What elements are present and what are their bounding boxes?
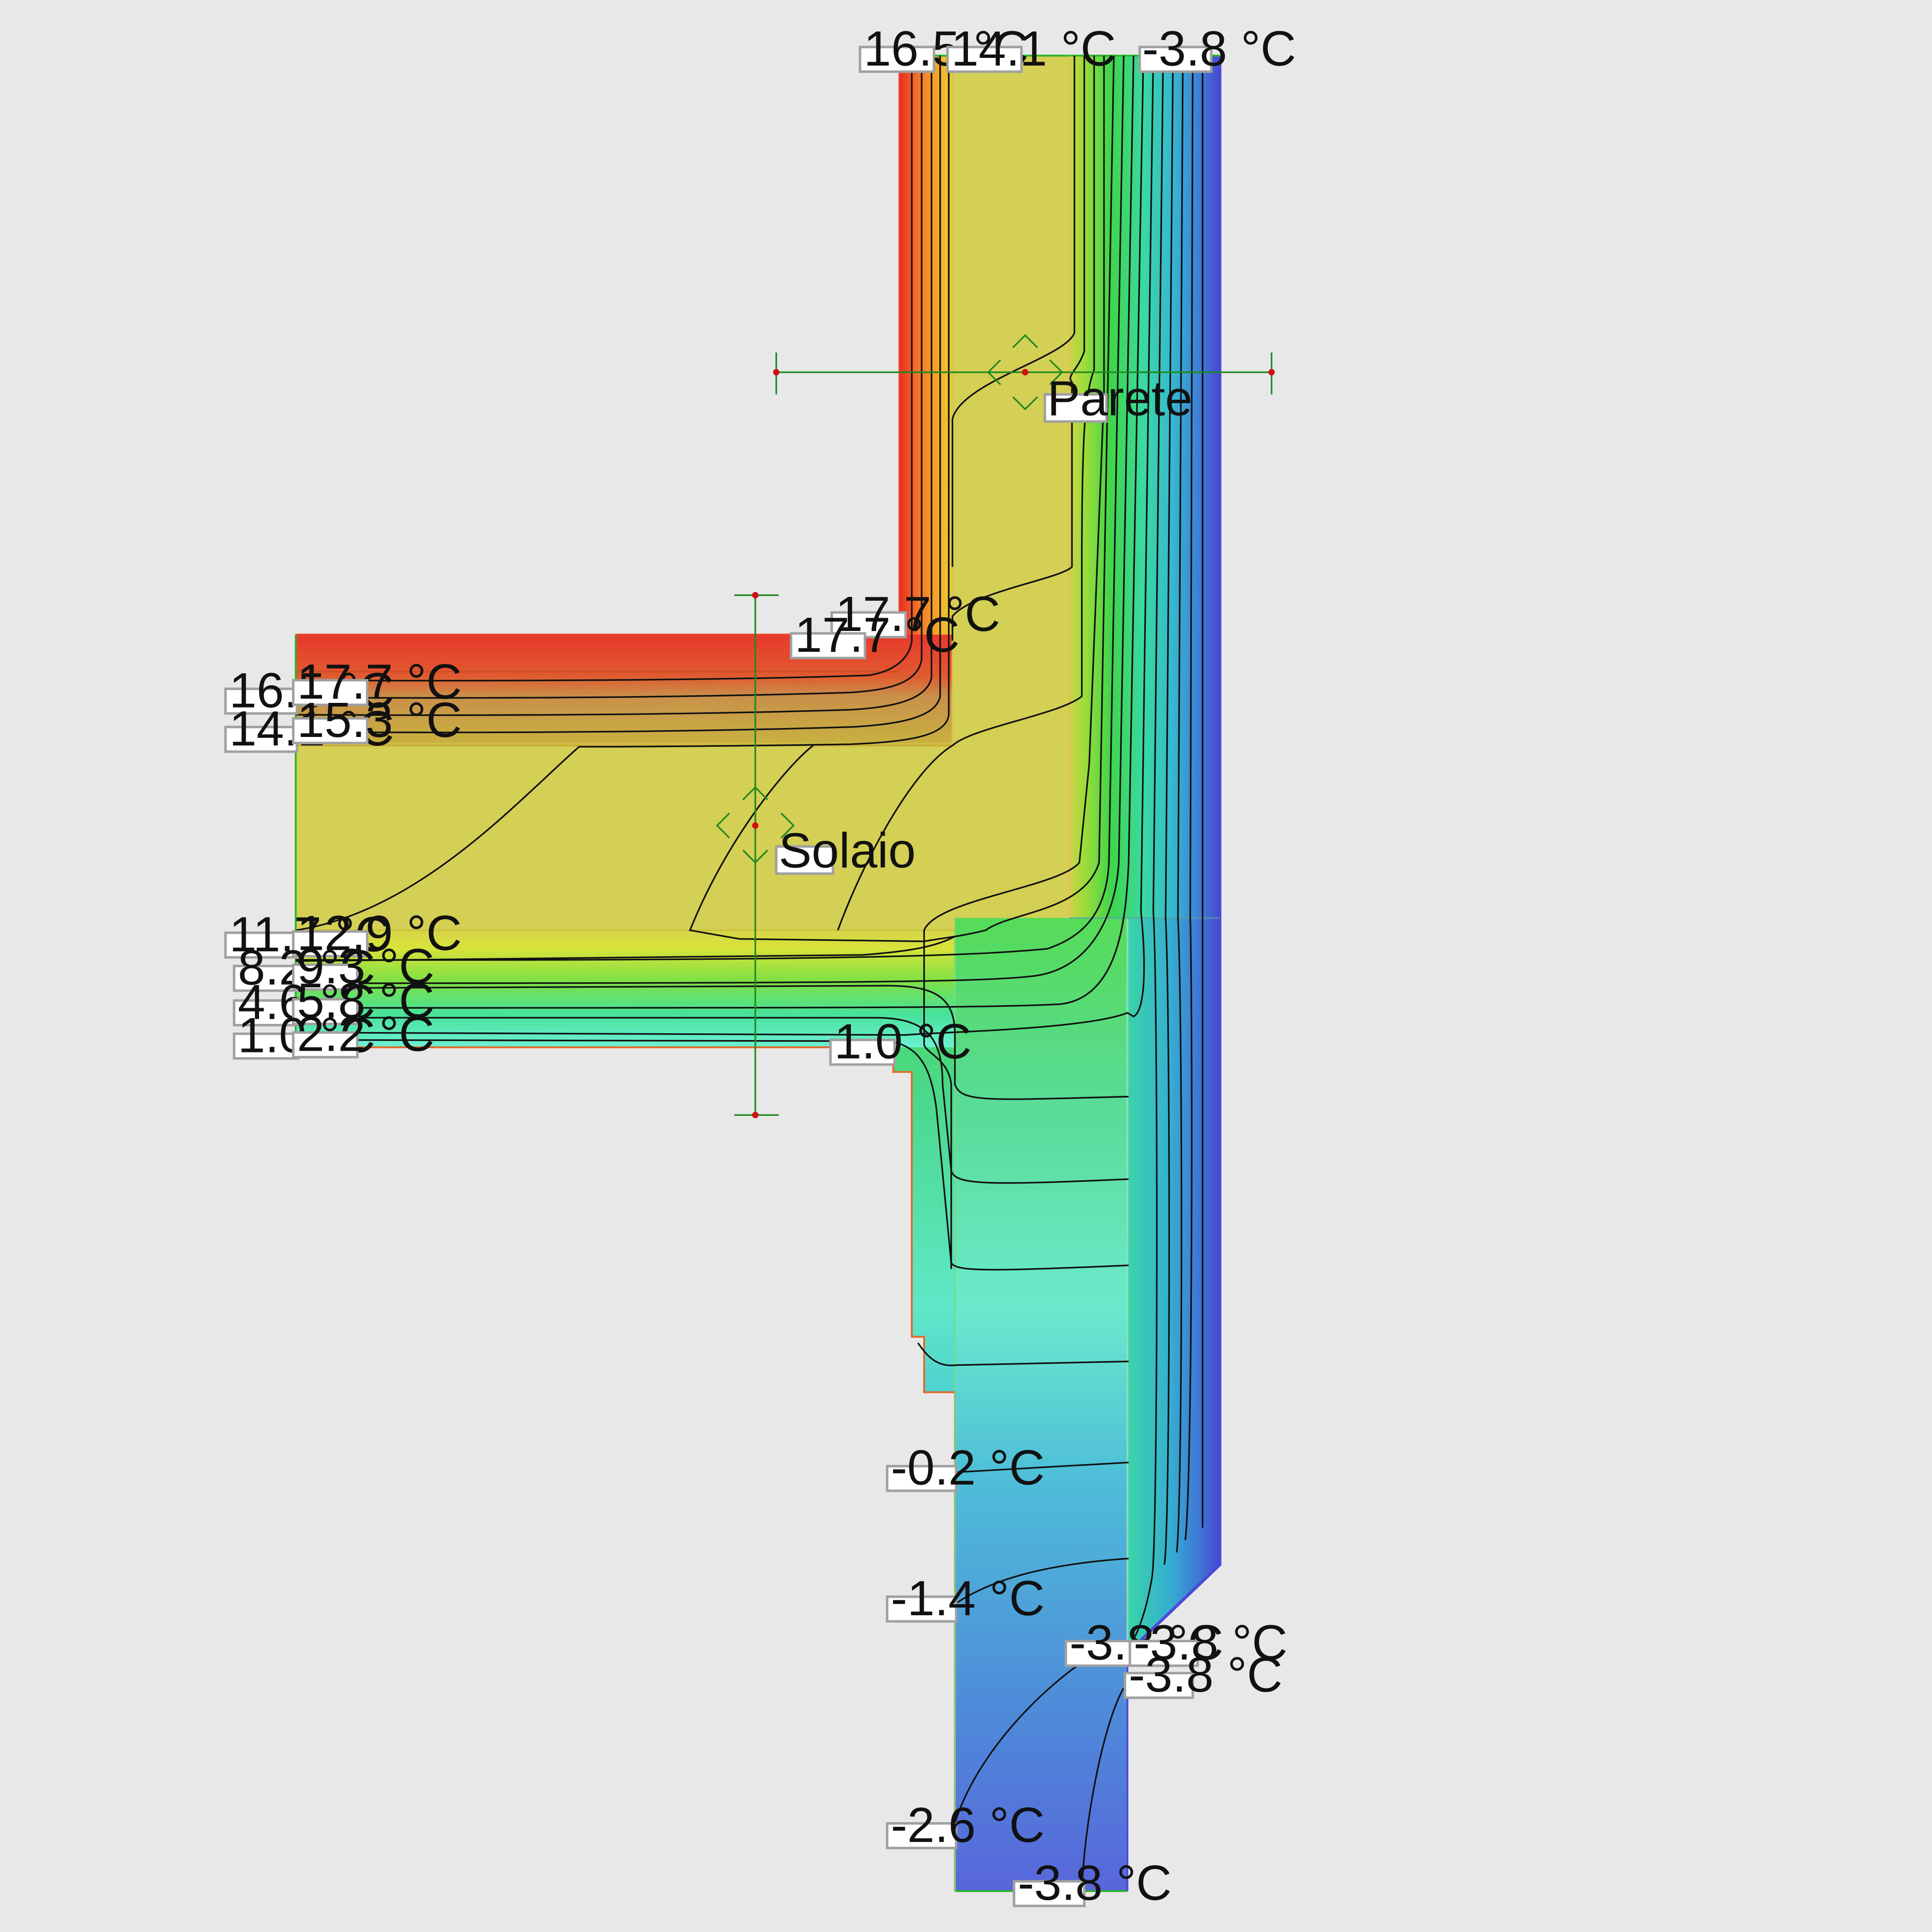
svg-text:-3.8 °C: -3.8 °C [1018, 1855, 1171, 1910]
isotherm-line [296, 55, 923, 699]
temp-label: -3.8 °C [1123, 1647, 1283, 1702]
temp-label: 15.3 °C [292, 692, 462, 748]
isotherm-line [296, 55, 913, 682]
temp-label: -0.2 °C [886, 1440, 1045, 1495]
temp-label: 17.7 °C [789, 607, 960, 662]
temp-label: 1.0 °C [829, 1014, 972, 1069]
marker-label-parete: Parete [1043, 371, 1192, 426]
lower-concrete-tint [955, 918, 1128, 1892]
temp-label: 2.2 °C [292, 1006, 434, 1062]
svg-text:-3.8 °C: -3.8 °C [1128, 1647, 1282, 1702]
svg-text:17.7 °C: 17.7 °C [795, 607, 959, 662]
marker-label-solaio: Solaio [775, 823, 916, 878]
lower-insulation-region [1127, 918, 1220, 1645]
temp-label: -3.8 °C [1138, 21, 1296, 76]
thermal-diagram: Parete Solaio 16.5 °C 14.1 °C -3.8 °C 17… [224, 21, 1296, 1910]
marker-name: Solaio [779, 823, 916, 878]
temp-label: -3.8 °C [1013, 1855, 1171, 1910]
marker-name: Parete [1047, 371, 1192, 426]
wall-concrete-core [952, 55, 1070, 931]
svg-text:-0.2 °C: -0.2 °C [891, 1440, 1045, 1495]
svg-text:-1.4 °C: -1.4 °C [891, 1571, 1045, 1626]
svg-text:15.3 °C: 15.3 °C [297, 692, 462, 748]
svg-text:14.1 °C: 14.1 °C [951, 21, 1116, 76]
svg-text:1.0 °C: 1.0 °C [834, 1014, 972, 1069]
temp-label: -2.6 °C [886, 1797, 1045, 1852]
svg-text:-3.8 °C: -3.8 °C [1142, 21, 1296, 76]
svg-text:2.2 °C: 2.2 °C [297, 1006, 434, 1062]
svg-text:-2.6 °C: -2.6 °C [891, 1797, 1045, 1852]
temp-label: -1.4 °C [886, 1571, 1045, 1626]
temp-label: 14.1 °C [946, 21, 1116, 76]
